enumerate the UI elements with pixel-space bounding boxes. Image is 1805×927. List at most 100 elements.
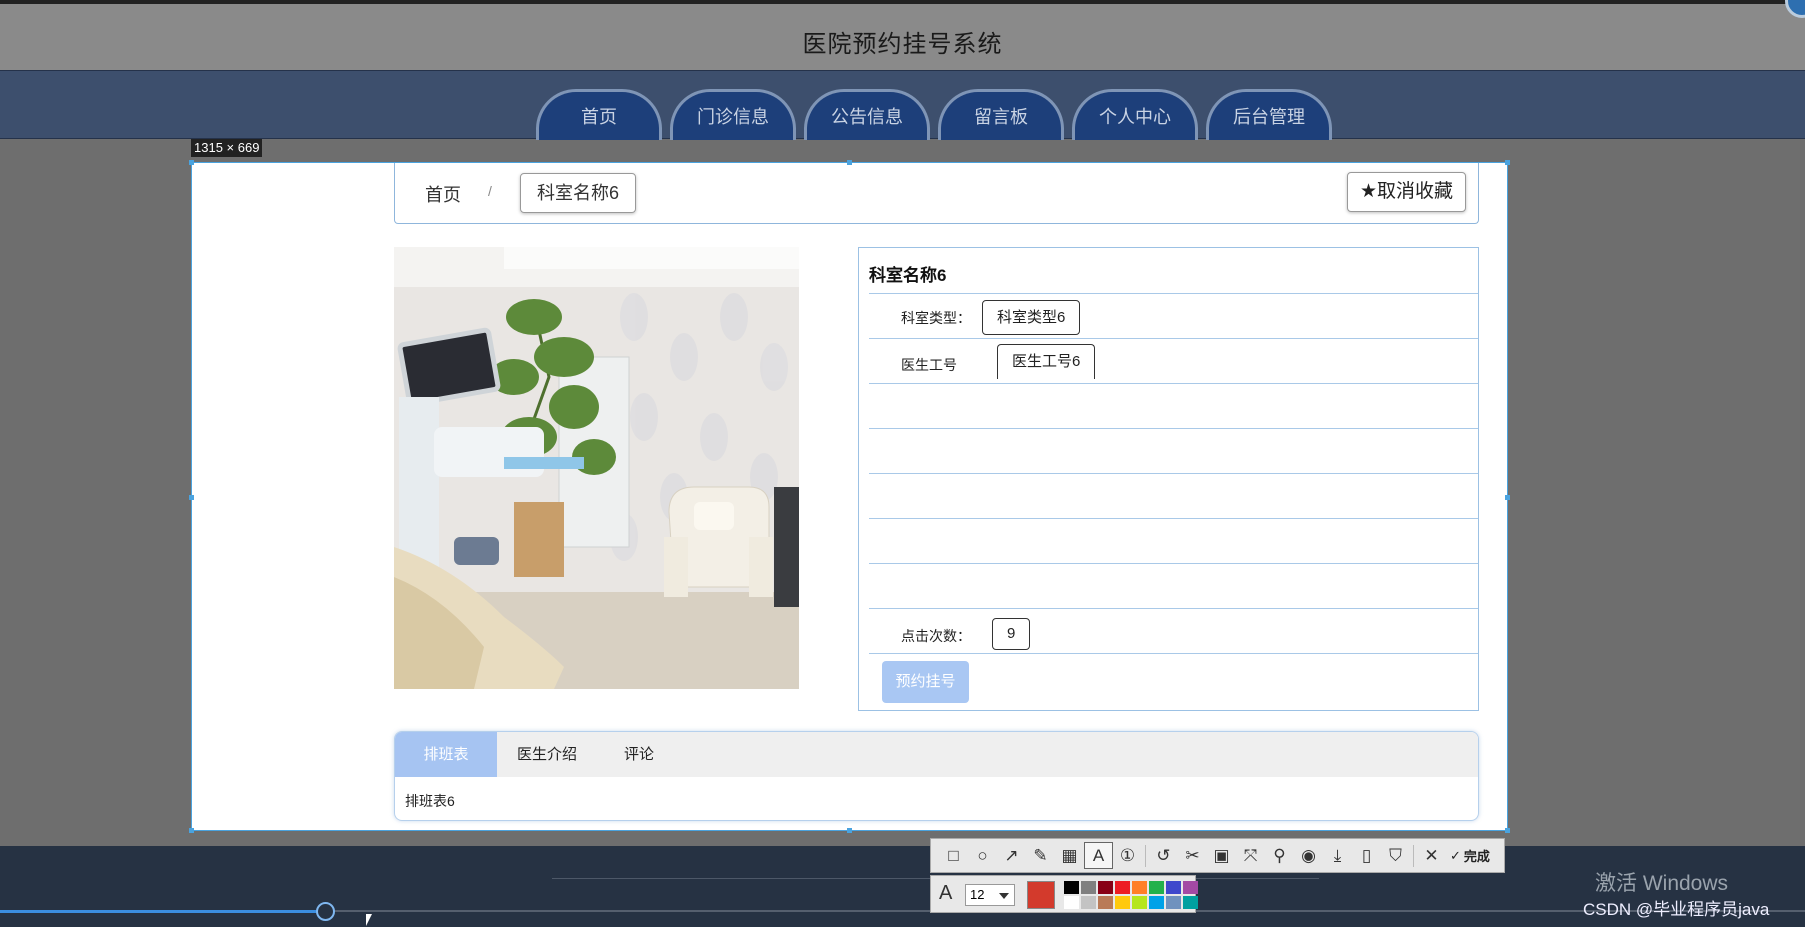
department-photo [394,247,799,689]
text-style-toolbar: A 12 [930,875,1198,913]
breadcrumb-current: 科室名称6 [520,173,637,213]
font-icon: A [939,882,953,904]
row-divider [869,608,1478,609]
unfavorite-label: 取消收藏 [1376,181,1453,202]
done-label: 完成 [1463,849,1490,864]
tab-comments[interactable]: 评论 [597,732,681,777]
site-header: 医院预约挂号系统 [0,0,1805,70]
department-type-value: 科室类型6 [982,300,1081,335]
done-button[interactable]: ✓ 完成 [1450,846,1490,865]
book-appointment-button[interactable]: 预约挂号 [882,661,969,703]
color-swatch[interactable] [1081,881,1096,894]
toolbar-separator [1145,844,1146,867]
tab-schedule[interactable]: 排班表 [395,732,497,777]
color-swatch[interactable] [1115,881,1130,894]
row-divider [869,518,1478,519]
current-color-swatch[interactable] [1027,881,1055,909]
mouse-cursor-icon [366,914,378,926]
check-icon: ✓ [1450,847,1461,863]
department-title: 科室名称6 [869,266,947,285]
main-nav: 首页 门诊信息 公告信息 留言板 个人中心 后台管理 [0,70,1805,140]
nav-item-personal-center[interactable]: 个人中心 [1072,89,1198,140]
corner-avatar[interactable] [1785,0,1805,18]
resize-handle-w[interactable] [189,495,194,500]
video-progress-knob[interactable] [315,902,335,921]
undo-icon[interactable]: ↺ [1149,842,1178,869]
nav-item-admin[interactable]: 后台管理 [1206,89,1332,140]
color-palette [1064,881,1198,909]
row-divider [869,293,1478,294]
color-swatch[interactable] [1183,881,1198,894]
row-divider [869,428,1478,429]
color-swatch[interactable] [1081,896,1096,909]
text-icon[interactable]: A [1084,842,1113,869]
font-size-value: 12 [970,887,985,902]
color-swatch[interactable] [1166,896,1181,909]
breadcrumb-separator: / [488,183,492,199]
department-detail: 科室名称6 科室类型： 科室类型6 医生工号 医生工号6 点击次数： 9 预约挂… [858,247,1479,711]
color-swatch[interactable] [1098,881,1113,894]
bookmark-icon[interactable]: ⛉ [1381,842,1410,869]
color-swatch[interactable] [1115,896,1130,909]
arrow-icon[interactable]: ↗ [997,842,1026,869]
csdn-watermark: CSDN @毕业程序员java [1583,900,1770,919]
chevron-down-icon [999,893,1009,899]
color-swatch[interactable] [1149,896,1164,909]
pen-icon[interactable]: ✎ [1026,842,1055,869]
resize-handle-se[interactable] [1505,828,1510,833]
tab-doctor-intro[interactable]: 医生介绍 [497,732,597,777]
breadcrumb-home-link[interactable]: 首页 [425,181,461,207]
color-swatch[interactable] [1064,881,1079,894]
windows-activation-watermark: 激活 Windows [1595,872,1729,895]
breadcrumb: 首页 / 科室名称6 ★取消收藏 [394,163,1479,224]
click-count-label: 点击次数： [901,628,971,644]
info-tabs: 排班表 医生介绍 评论 排班表6 [394,731,1479,821]
long-capture-icon[interactable]: ⤧ [1236,842,1265,869]
resize-handle-s[interactable] [847,828,852,833]
color-swatch[interactable] [1166,881,1181,894]
nav-item-announcements[interactable]: 公告信息 [804,89,930,140]
pin-icon[interactable]: ⚲ [1265,842,1294,869]
doctor-id-label: 医生工号 [901,357,957,373]
row-divider [869,653,1478,654]
nav-item-message-board[interactable]: 留言板 [938,89,1064,140]
capture-region[interactable]: 首页 / 科室名称6 ★取消收藏 科室名称6 科室类型： 科室类型6 医生工号 … [189,160,1510,833]
color-swatch[interactable] [1132,881,1147,894]
resize-handle-ne[interactable] [1505,160,1510,165]
record-icon[interactable]: ◉ [1294,842,1323,869]
color-swatch[interactable] [1132,896,1147,909]
mosaic-icon[interactable]: ▦ [1055,842,1084,869]
cutout-icon[interactable]: ✂ [1178,842,1207,869]
resize-handle-nw[interactable] [189,160,194,165]
screenshot-toolbar: □ ○ ↗ ✎ ▦ A ① ↺ ✂ ▣ ⤧ ⚲ ◉ ⤓ ▯ ⛉ ✕ ✓ 完成 [930,838,1505,873]
resize-handle-e[interactable] [1505,495,1510,500]
row-divider [869,563,1478,564]
close-icon[interactable]: ✕ [1417,842,1446,869]
tab-content: 排班表6 [405,793,455,809]
unfavorite-button[interactable]: ★取消收藏 [1346,172,1466,212]
nav-item-home[interactable]: 首页 [536,89,662,140]
row-divider [869,473,1478,474]
video-progress-fill [0,910,325,913]
color-swatch[interactable] [1149,881,1164,894]
download-icon[interactable]: ⤓ [1323,842,1352,869]
font-size-select[interactable]: 12 [965,884,1015,906]
phone-icon[interactable]: ▯ [1352,842,1381,869]
row-divider [869,383,1478,384]
click-count-value: 9 [992,618,1031,650]
ellipse-icon[interactable]: ○ [968,842,997,869]
ocr-icon[interactable]: ▣ [1207,842,1236,869]
doctor-id-value: 医生工号6 [997,344,1096,379]
color-swatch[interactable] [1098,896,1113,909]
color-swatch[interactable] [1064,896,1079,909]
department-type-label: 科室类型： [901,310,971,326]
resize-handle-sw[interactable] [189,828,194,833]
rectangle-icon[interactable]: □ [939,842,968,869]
capture-size-label: 1315 × 669 [191,139,263,157]
toolbar-separator [1413,844,1414,867]
number-icon[interactable]: ① [1113,842,1142,869]
bottom-bar [0,846,1805,927]
nav-item-clinic-info[interactable]: 门诊信息 [670,89,796,140]
color-swatch[interactable] [1183,896,1198,909]
site-title: 医院预约挂号系统 [802,31,1003,58]
